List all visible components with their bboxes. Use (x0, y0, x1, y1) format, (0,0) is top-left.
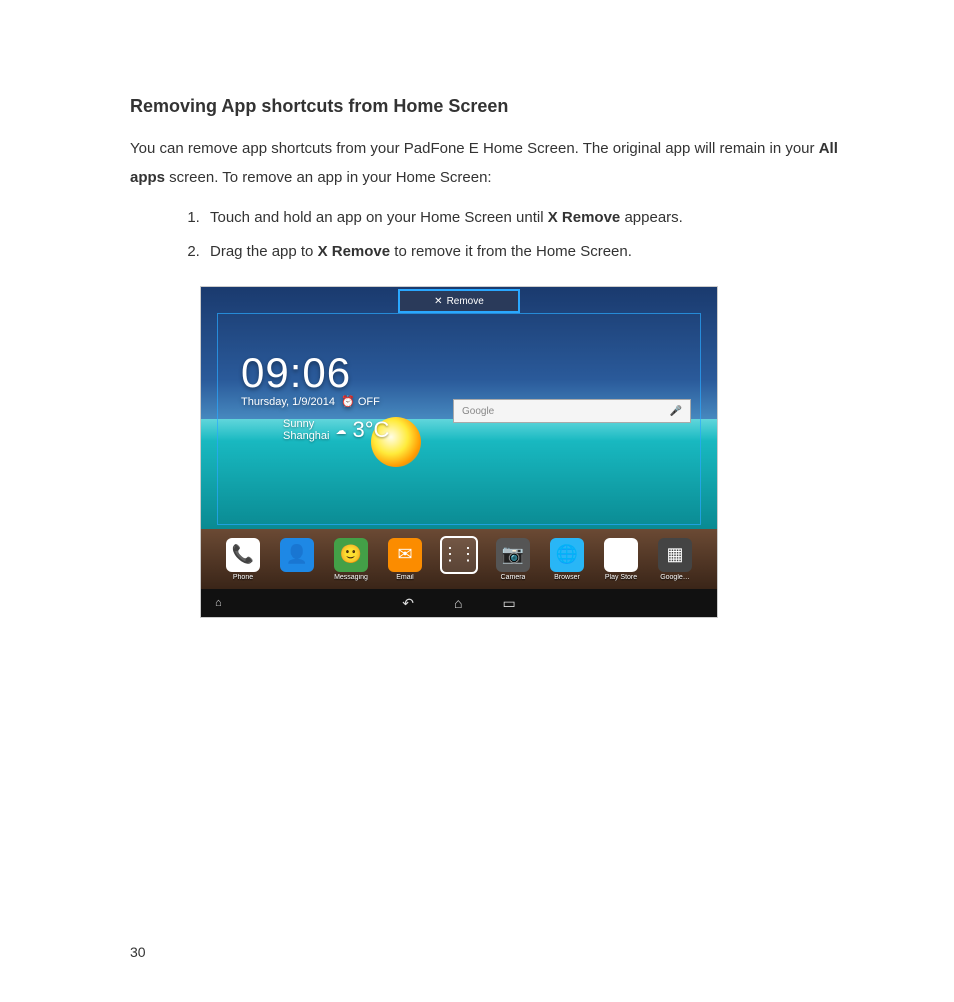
app-label: Browser (554, 574, 580, 581)
step2-text-2: to remove it from the Home Screen. (390, 243, 632, 260)
intro-paragraph: You can remove app shortcuts from your P… (130, 135, 854, 192)
expand-icon[interactable]: ⌂ (215, 597, 222, 609)
app-allapps[interactable]: ⋮⋮ (439, 536, 479, 583)
clock-date: Thursday, 1/9/2014 (241, 396, 335, 408)
app-dock: 📞 Phone 👤 🙂 Messaging ✉ Email ⋮⋮ 📷 Camera 🌐 B… (201, 529, 717, 589)
app-label: Camera (501, 574, 526, 581)
step1-text-2: appears. (620, 209, 683, 226)
clock-widget[interactable]: 09:06 Thursday, 1/9/2014 ⏰ OFF (241, 349, 380, 408)
weather-text: Sunny Shanghai (283, 418, 330, 442)
recents-button[interactable]: ▭ (502, 595, 515, 612)
step-1: Touch and hold an app on your Home Scree… (204, 206, 854, 230)
app-google-folder[interactable]: ▦ Google… (655, 538, 695, 581)
home-button[interactable]: ⌂ (454, 595, 462, 611)
app-browser[interactable]: 🌐 Browser (547, 538, 587, 581)
step1-bold: X Remove (548, 209, 621, 226)
intro-text-1: You can remove app shortcuts from your P… (130, 140, 819, 157)
app-phone[interactable]: 📞 Phone (223, 538, 263, 581)
weather-icon: ☁ (336, 424, 347, 437)
people-icon: 👤 (280, 538, 314, 572)
weather-widget[interactable]: Sunny Shanghai ☁ 3°C (283, 417, 389, 443)
intro-text-2: screen. To remove an app in your Home Sc… (165, 169, 492, 186)
app-label: Play Store (605, 574, 637, 581)
clock-time: 09:06 (241, 349, 380, 397)
google-search-bar[interactable]: Google 🎤 (453, 399, 691, 423)
section-heading: Removing App shortcuts from Home Screen (130, 96, 854, 117)
page-number: 30 (130, 944, 146, 960)
messaging-icon: 🙂 (334, 538, 368, 572)
camera-icon: 📷 (496, 538, 530, 572)
play-icon: ▶ (604, 538, 638, 572)
app-label (296, 574, 298, 581)
browser-icon: 🌐 (550, 538, 584, 572)
remove-label: Remove (447, 296, 484, 307)
remove-drop-target[interactable]: ✕ Remove (398, 289, 520, 313)
app-email[interactable]: ✉ Email (385, 538, 425, 581)
app-label (458, 576, 460, 583)
email-icon: ✉ (388, 538, 422, 572)
app-label: Google… (660, 574, 690, 581)
app-messaging[interactable]: 🙂 Messaging (331, 538, 371, 581)
app-label: Phone (233, 574, 253, 581)
search-placeholder: Google (462, 406, 494, 417)
allapps-icon: ⋮⋮ (440, 536, 478, 574)
wallpaper-water (201, 419, 717, 529)
system-navbar: ⌂ ↶ ⌂ ▭ (201, 589, 717, 617)
step-2: Drag the app to X Remove to remove it fr… (204, 240, 854, 264)
step2-bold: X Remove (318, 243, 391, 260)
back-button[interactable]: ↶ (402, 595, 414, 612)
clock-alarm-status: OFF (358, 396, 380, 408)
weather-temp: 3°C (353, 417, 390, 443)
app-camera[interactable]: 📷 Camera (493, 538, 533, 581)
app-playstore[interactable]: ▶ Play Store (601, 538, 641, 581)
phone-icon: 📞 (226, 538, 260, 572)
app-people[interactable]: 👤 (277, 538, 317, 581)
step1-text-1: Touch and hold an app on your Home Scree… (210, 209, 548, 226)
weather-condition: Sunny (283, 418, 330, 430)
app-label: Messaging (334, 574, 368, 581)
app-label: Email (396, 574, 414, 581)
steps-list: Touch and hold an app on your Home Scree… (130, 206, 854, 264)
close-icon: ✕ (434, 296, 442, 307)
folder-icon: ▦ (658, 538, 692, 572)
mic-icon[interactable]: 🎤 (670, 406, 682, 417)
home-screen-screenshot: ✕ Remove 09:06 Thursday, 1/9/2014 ⏰ OFF … (200, 286, 718, 618)
clock-date-row: Thursday, 1/9/2014 ⏰ OFF (241, 395, 380, 408)
step2-text-1: Drag the app to (210, 243, 318, 260)
weather-city: Shanghai (283, 430, 330, 442)
